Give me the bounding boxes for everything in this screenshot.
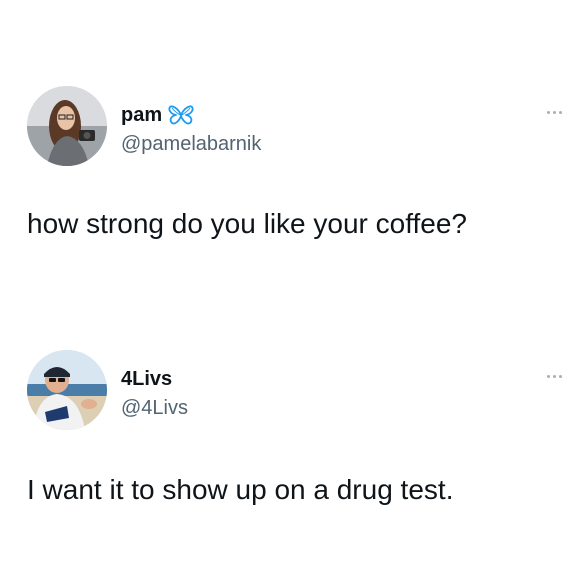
avatar[interactable] (27, 86, 107, 166)
more-options-icon[interactable] (542, 370, 566, 382)
display-name[interactable]: 4Livs (121, 366, 172, 392)
butterfly-icon (168, 104, 194, 126)
avatar-image-pam (27, 86, 107, 166)
avatar-image-4livs (27, 350, 107, 430)
author-name-row: pam (121, 102, 194, 128)
tweet-screenshot: pam @pamelabarnik how strong do you like… (0, 0, 580, 580)
display-name[interactable]: pam (121, 102, 162, 128)
avatar[interactable] (27, 350, 107, 430)
tweet-text: how strong do you like your coffee? (27, 208, 467, 239)
author-name-row: 4Livs (121, 366, 172, 392)
user-handle[interactable]: @pamelabarnik (121, 132, 261, 156)
more-options-icon[interactable] (542, 106, 566, 118)
user-handle[interactable]: @4Livs (121, 396, 188, 420)
tweet-text: I want it to show up on a drug test. (27, 474, 454, 505)
